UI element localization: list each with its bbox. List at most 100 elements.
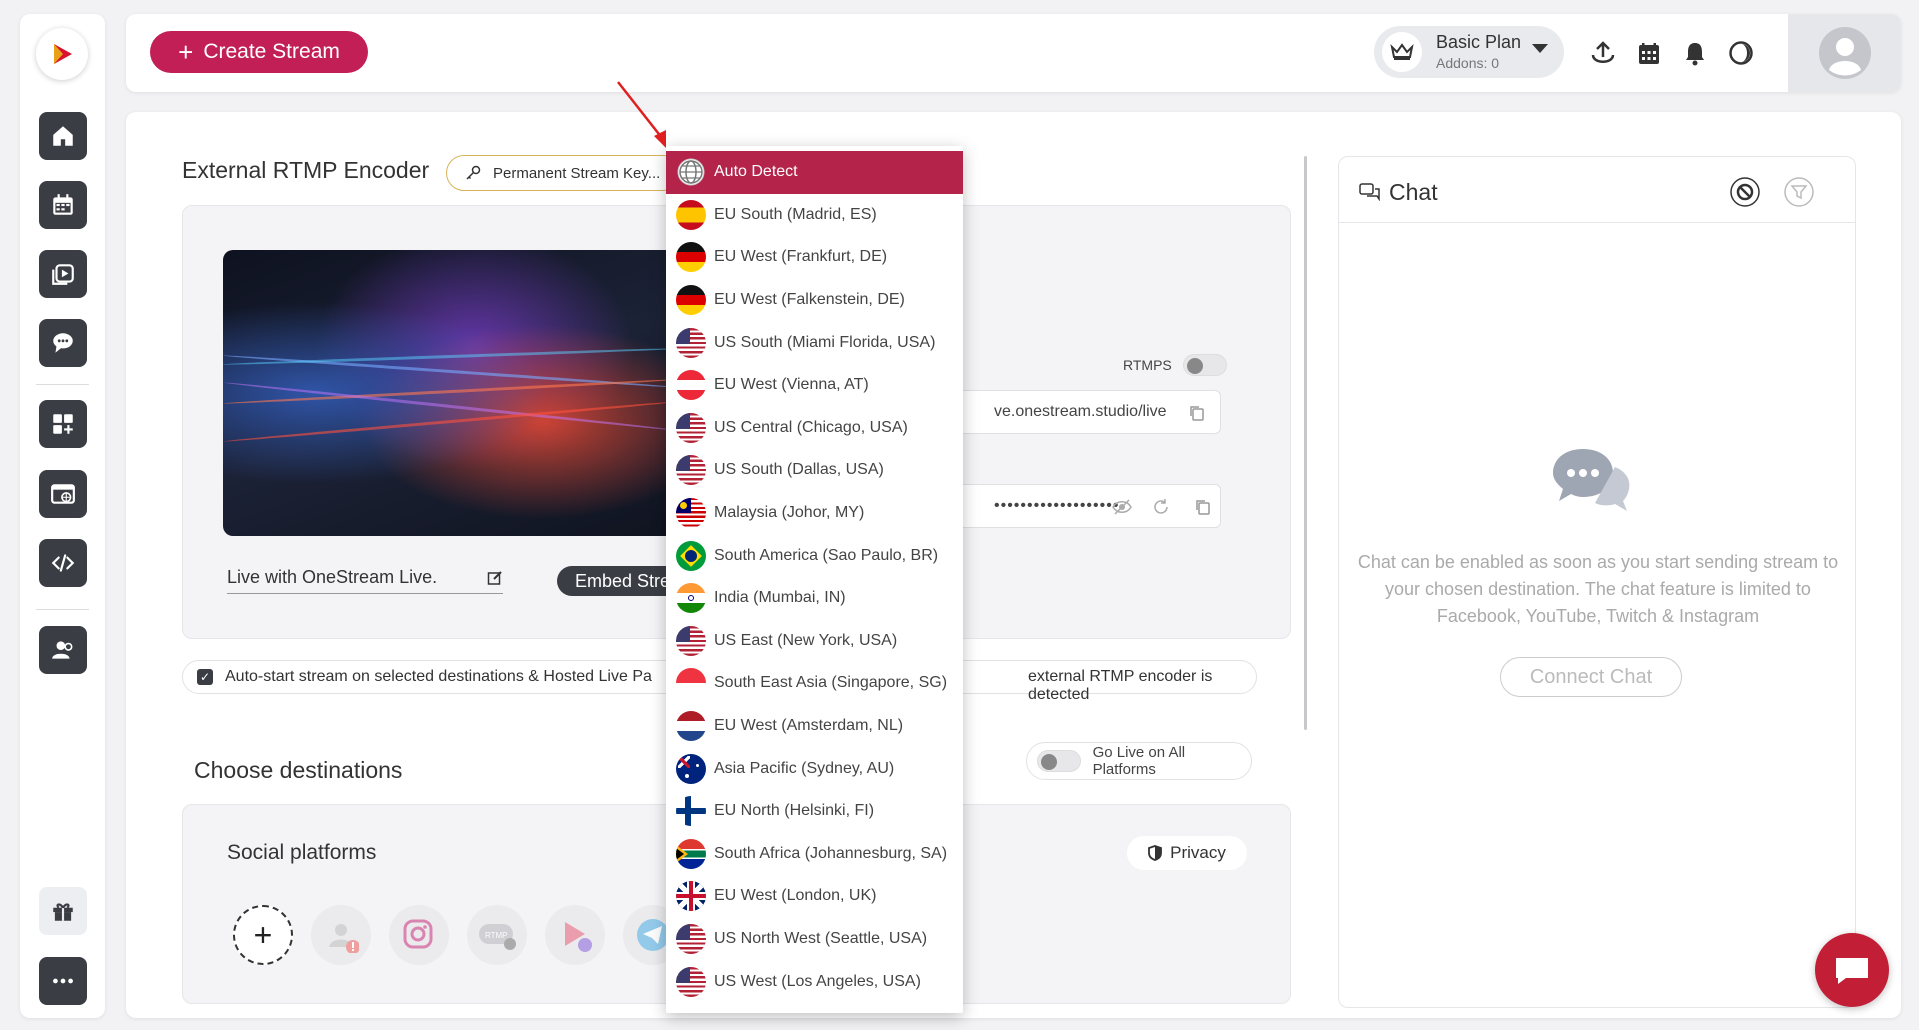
- region-option-label: US North West (Seattle, USA): [714, 929, 928, 947]
- social-platforms-title: Social platforms: [227, 841, 377, 864]
- permanent-key-button[interactable]: Permanent Stream Key...: [446, 155, 681, 191]
- schedule-calendar-icon[interactable]: [1634, 38, 1664, 68]
- plan-selector[interactable]: Basic Plan Addons: 0: [1374, 26, 1564, 78]
- embed-code-button[interactable]: [39, 539, 87, 587]
- region-dropdown[interactable]: Auto Detect EU South (Madrid, ES) EU West …: [666, 146, 963, 1013]
- onestream-platform[interactable]: [545, 905, 605, 965]
- region-option[interactable]: US South (Dallas, USA): [666, 449, 963, 492]
- user-avatar[interactable]: [1788, 14, 1901, 92]
- platform-user-avatar[interactable]: [311, 905, 371, 965]
- region-option[interactable]: Malaysia (Johor, MY): [666, 492, 963, 535]
- block-icon[interactable]: [1729, 176, 1761, 208]
- region-option[interactable]: US West (Los Angeles, USA): [666, 960, 963, 1003]
- region-option-label: US South (Dallas, USA): [714, 461, 884, 479]
- flag-br-icon: [676, 540, 706, 571]
- more-menu-button[interactable]: [39, 957, 87, 1005]
- region-option-label: South East Asia (Singapore, SG): [714, 674, 948, 692]
- autostart-text-right: external RTMP encoder is detected: [1028, 668, 1213, 703]
- privacy-button[interactable]: Privacy: [1127, 836, 1247, 870]
- top-header: + Create Stream Basic Plan Addons: 0: [126, 14, 1901, 92]
- gift-icon: [53, 903, 73, 921]
- region-option[interactable]: South East Asia (Singapore, SG): [666, 662, 963, 705]
- app-logo[interactable]: [36, 28, 88, 80]
- region-option[interactable]: US East (New York, USA): [666, 620, 963, 663]
- rtmp-platform[interactable]: RTMP: [467, 905, 527, 965]
- go-live-all-toggle[interactable]: [1037, 750, 1081, 772]
- flag-us-icon: [676, 923, 706, 954]
- add-widget-button[interactable]: [39, 400, 87, 448]
- hosted-page-button[interactable]: [39, 470, 87, 518]
- region-option[interactable]: South America (Sao Paulo, BR): [666, 534, 963, 577]
- support-chat-button[interactable]: [1815, 933, 1889, 1007]
- avatar-icon: [1818, 27, 1871, 79]
- region-option-label: US South (Miami Florida, USA): [714, 333, 936, 351]
- filter-icon[interactable]: [1783, 176, 1815, 208]
- region-option[interactable]: US South (Miami Florida, USA): [666, 321, 963, 364]
- flag-us-icon: [676, 625, 706, 656]
- region-option[interactable]: EU North (Helsinki, FI): [666, 790, 963, 833]
- team-button[interactable]: [39, 626, 87, 674]
- chat-icon: [1359, 183, 1380, 201]
- web-page-icon: [51, 484, 75, 504]
- flag-fi-icon: [676, 796, 706, 827]
- flag-in-icon: [676, 583, 706, 614]
- region-option[interactable]: South Africa (Johannesburg, SA): [666, 833, 963, 876]
- region-option-label: EU West (London, UK): [714, 887, 877, 905]
- region-option[interactable]: US North West (Seattle, USA): [666, 918, 963, 961]
- add-destination-button[interactable]: +: [233, 905, 293, 965]
- calendar-button[interactable]: [39, 181, 87, 229]
- home-button[interactable]: [39, 112, 87, 160]
- media-icon: [52, 264, 74, 285]
- media-library-button[interactable]: [39, 250, 87, 298]
- region-option[interactable]: EU West (London, UK): [666, 875, 963, 918]
- flag-us-icon: [676, 327, 706, 358]
- region-option[interactable]: US Central (Chicago, USA): [666, 407, 963, 450]
- region-option-label: EU West (Frankfurt, DE): [714, 248, 888, 266]
- upload-icon[interactable]: [1588, 38, 1618, 68]
- region-option[interactable]: Auto Detect: [666, 151, 963, 194]
- go-live-all-label: Go Live on All Platforms: [1092, 744, 1186, 778]
- region-option-label: EU West (Falkenstein, DE): [714, 291, 905, 309]
- flag-sg-icon: [676, 668, 706, 699]
- refresh-icon[interactable]: [1152, 498, 1170, 516]
- gift-button[interactable]: [39, 887, 87, 935]
- region-option[interactable]: India (Mumbai, IN): [666, 577, 963, 620]
- region-option-label: EU North (Helsinki, FI): [714, 802, 875, 820]
- home-icon: [53, 126, 73, 146]
- flag-au-icon: [676, 753, 706, 784]
- plan-name: Basic Plan: [1436, 32, 1522, 52]
- chat-empty-icon: [1553, 449, 1630, 511]
- edit-icon[interactable]: [487, 570, 503, 586]
- scrollbar[interactable]: [1304, 156, 1307, 730]
- autostart-checkbox[interactable]: ✓: [197, 669, 213, 685]
- live-title-field[interactable]: Live with OneStream Live.: [227, 562, 503, 594]
- rtmps-label: RTMPS: [1123, 357, 1172, 373]
- chat-title: Chat: [1389, 179, 1438, 205]
- hide-eye-icon[interactable]: [1112, 498, 1132, 516]
- flag-es-icon: [676, 199, 706, 230]
- chat-header: Chat: [1339, 157, 1855, 223]
- region-option[interactable]: EU West (Vienna, AT): [666, 364, 963, 407]
- region-option[interactable]: Asia Pacific (Sydney, AU): [666, 747, 963, 790]
- team-users-icon: [52, 641, 73, 659]
- region-option[interactable]: EU West (Falkenstein, DE): [666, 279, 963, 322]
- notification-bell-icon[interactable]: [1680, 38, 1710, 68]
- support-chat-icon: [1836, 958, 1868, 984]
- region-option[interactable]: EU West (Frankfurt, DE): [666, 236, 963, 279]
- copy-icon[interactable]: [1194, 498, 1212, 516]
- connect-chat-button[interactable]: Connect Chat: [1500, 657, 1682, 697]
- region-option-label: Malaysia (Johor, MY): [714, 504, 865, 522]
- flag-at-icon: [676, 370, 706, 401]
- rtmps-toggle[interactable]: [1183, 354, 1227, 376]
- region-option[interactable]: EU South (Madrid, ES): [666, 194, 963, 237]
- instagram-platform[interactable]: [389, 905, 449, 965]
- chat-disabled-message: Chat can be enabled as soon as you start…: [1357, 552, 1839, 626]
- grid-plus-icon: [53, 414, 73, 434]
- plan-addons: Addons: 0: [1436, 55, 1500, 71]
- chat-nav-button[interactable]: [39, 319, 87, 367]
- region-option[interactable]: EU West (Amsterdam, NL): [666, 705, 963, 748]
- create-stream-button[interactable]: + Create Stream: [150, 31, 368, 73]
- go-live-all-option[interactable]: Go Live on All Platforms: [1026, 742, 1252, 780]
- copy-icon[interactable]: [1188, 404, 1206, 422]
- theme-toggle-icon[interactable]: [1726, 38, 1756, 68]
